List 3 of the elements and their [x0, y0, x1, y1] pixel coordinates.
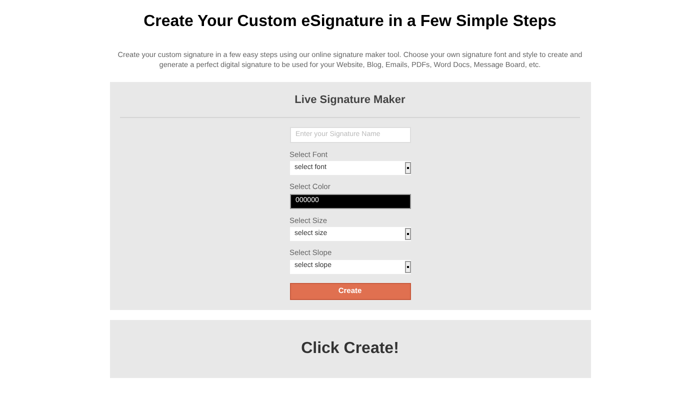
panel-title: Live Signature Maker — [294, 93, 406, 108]
page-title: Create Your Custom eSignature in a Few Simple Steps — [144, 12, 556, 32]
result-text: Click Create! — [301, 338, 399, 358]
